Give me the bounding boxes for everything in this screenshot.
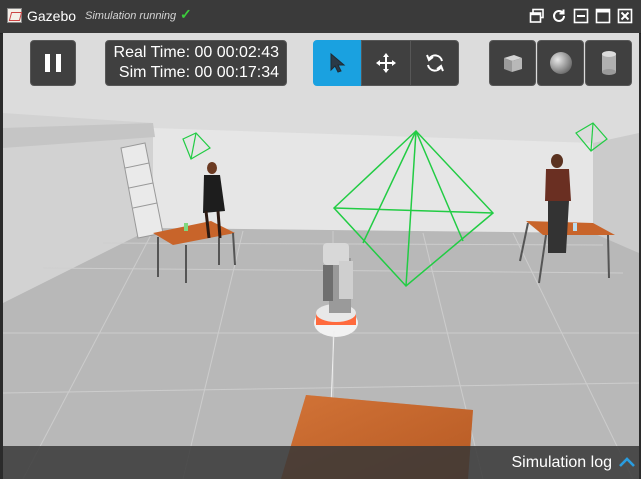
- translate-tool-button[interactable]: [361, 40, 411, 86]
- maximize-icon[interactable]: [595, 8, 611, 24]
- app-title: Gazebo: [27, 8, 77, 24]
- box-shape-button[interactable]: [489, 40, 536, 86]
- rotate-tool-button[interactable]: [410, 40, 459, 86]
- chevron-up-icon[interactable]: [618, 454, 636, 470]
- translate-icon: [376, 53, 396, 73]
- select-arrow-icon: [330, 52, 345, 73]
- simulation-log-bar[interactable]: Simulation log: [3, 446, 639, 479]
- sphere-shape-button[interactable]: [537, 40, 584, 86]
- sim-time-value: 00 00:17:34: [194, 64, 279, 81]
- cylinder-shape-button[interactable]: [585, 40, 632, 86]
- simulation-status: Simulation running: [85, 10, 177, 22]
- refresh-icon[interactable]: [551, 8, 567, 24]
- real-time-value: 00 00:02:43: [194, 44, 279, 61]
- close-icon[interactable]: [617, 8, 633, 24]
- simulation-log-label[interactable]: Simulation log: [512, 454, 613, 472]
- sphere-icon: [549, 52, 572, 74]
- cylinder-icon: [601, 51, 616, 75]
- restore-icon[interactable]: [529, 8, 545, 24]
- title-bar: Gazebo Simulation running ✓: [0, 0, 641, 34]
- minimize-icon[interactable]: [573, 8, 589, 24]
- sim-time-label: Sim Time:: [118, 64, 191, 81]
- real-time-label: Real Time:: [113, 44, 191, 61]
- check-icon: ✓: [180, 6, 192, 22]
- scene-render[interactable]: [3, 33, 639, 479]
- gazebo-logo-icon: [7, 8, 22, 23]
- rotate-icon: [425, 54, 444, 72]
- box-icon: [503, 55, 522, 72]
- pause-icon: [45, 54, 61, 72]
- time-display: Real Time: 00 00:02:43 Sim Time: 00 00:1…: [105, 40, 287, 86]
- scene-viewport[interactable]: [3, 33, 639, 479]
- pause-button[interactable]: [30, 40, 76, 86]
- select-tool-button[interactable]: [313, 40, 362, 86]
